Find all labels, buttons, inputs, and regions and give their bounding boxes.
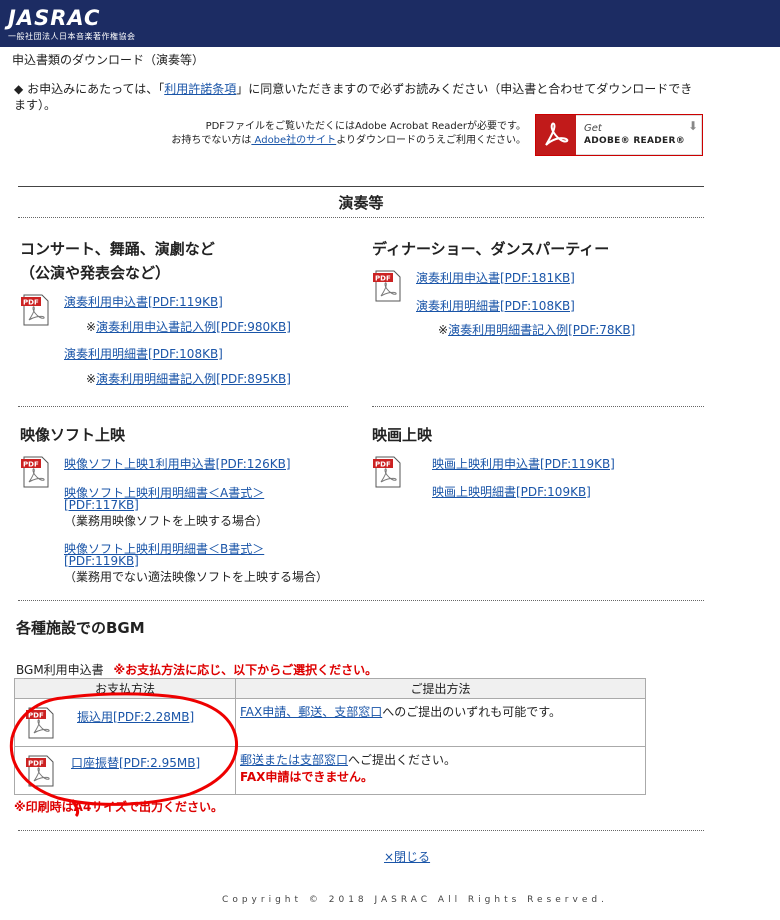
row1-desc: へのご提出のいずれも可能です。 — [382, 705, 562, 719]
bgm-label: BGM利用申込書 — [16, 663, 104, 677]
bullet-icon: ◆ — [14, 82, 24, 96]
adobe-site-link[interactable]: Adobe社のサイト — [251, 135, 337, 146]
pdf-icon[interactable]: PDF — [372, 270, 404, 305]
page-title: 申込書類のダウンロード（演奏等） — [12, 53, 205, 67]
red-circle-annotation — [9, 692, 239, 818]
svg-text:PDF: PDF — [375, 275, 391, 283]
video-title: 映像ソフト上映 — [20, 426, 126, 444]
pdf-note-line2-after: よりダウンロードのうえご利用ください。 — [336, 135, 526, 146]
video-detail-a-size-link[interactable]: [PDF:117KB] — [64, 498, 139, 512]
svg-text:PDF: PDF — [23, 299, 39, 307]
pdf-note-line2-before: お持ちでない方は — [171, 135, 252, 146]
dinner-title: ディナーショー、ダンスパーティー — [372, 240, 610, 258]
svg-text:PDF: PDF — [23, 461, 39, 469]
section-divider — [18, 186, 704, 187]
movie-title: 映画上映 — [372, 426, 433, 444]
notice-text-before: お申込みにあたっては、「 — [27, 82, 165, 96]
concert-detail-link[interactable]: 演奏利用明細書[PDF:108KB] — [64, 345, 223, 362]
pdf-icon[interactable]: PDF — [20, 294, 52, 329]
block-divider — [372, 406, 704, 407]
svg-text:PDF: PDF — [375, 461, 391, 469]
concert-detail-example-link[interactable]: 演奏利用明細書記入例[PDF:895KB] — [96, 372, 291, 386]
download-arrow-icon: ⬇ — [687, 119, 698, 133]
video-detail-b-size-link[interactable]: [PDF:119KB] — [64, 554, 139, 568]
concert-subtitle: （公演や発表会など） — [20, 264, 171, 282]
video-detail-a-note: （業務用映像ソフトを上映する場合） — [64, 514, 269, 528]
adobe-get-text: Get — [584, 123, 602, 134]
concert-example2: ※演奏利用明細書記入例[PDF:895KB] — [86, 370, 291, 387]
row2-submission-cell: 郵送または支部窓口へご提出ください。 FAX申請はできません。 — [235, 746, 646, 795]
video-detail-b-note: （業務用でない適法映像ソフトを上映する場合） — [64, 570, 329, 584]
close-link[interactable]: ×閉じる — [384, 848, 430, 865]
col-submission-method: ご提出方法 — [235, 678, 646, 699]
row1-submission-cell: FAX申請、郵送、支部窓口へのご提出のいずれも可能です。 — [235, 698, 646, 747]
section-divider-dotted — [18, 217, 704, 218]
get-adobe-reader-button[interactable]: Get ADOBE® READER® ⬇ — [535, 114, 703, 156]
video-application-link[interactable]: 映像ソフト上映1利用申込書[PDF:126KB] — [64, 455, 291, 472]
bgm-label-note: ※お支払方法に応じ、以下からご選択ください。 — [113, 663, 378, 677]
pdf-note-line1: PDFファイルをご覧いただくにはAdobe Acrobat Readerが必要で… — [205, 121, 526, 132]
pdf-reader-note: PDFファイルをご覧いただくにはAdobe Acrobat Readerが必要で… — [126, 120, 526, 148]
copyright: Copyright © 2018 JASRAC All Rights Reser… — [222, 895, 608, 905]
concert-application-link[interactable]: 演奏利用申込書[PDF:119KB] — [64, 293, 223, 310]
row2-desc: へご提出ください。 — [348, 753, 457, 767]
row2-fax-warning: FAX申請はできません。 — [240, 770, 374, 784]
adobe-reader-text: ADOBE® READER® — [584, 136, 686, 146]
bgm-title: 各種施設でのBGM — [16, 619, 145, 637]
note-mark: ※ — [86, 372, 97, 386]
section-divider-dotted — [18, 600, 704, 601]
section-title: 演奏等 — [338, 194, 384, 212]
bgm-label-line: BGM利用申込書 ※お支払方法に応じ、以下からご選択ください。 — [16, 661, 377, 678]
adobe-logo-icon — [536, 115, 576, 155]
pdf-icon[interactable]: PDF — [372, 456, 404, 491]
movie-application-link[interactable]: 映画上映利用申込書[PDF:119KB] — [432, 455, 615, 472]
jasrac-logo[interactable]: JASRAC — [8, 6, 100, 30]
logo-subtitle: 一般社団法人日本音楽著作権協会 — [8, 32, 136, 41]
block-divider — [18, 406, 348, 407]
bgm-submission-options-link[interactable]: FAX申請、郵送、支部窓口 — [240, 705, 382, 719]
footer-divider — [18, 830, 704, 831]
movie-detail-link[interactable]: 映画上映明細書[PDF:109KB] — [432, 483, 591, 500]
note-mark: ※ — [438, 323, 449, 337]
pdf-icon[interactable]: PDF — [20, 456, 52, 491]
concert-application-example-link[interactable]: 演奏利用申込書記入例[PDF:980KB] — [96, 320, 291, 334]
dinner-application-link[interactable]: 演奏利用申込書[PDF:181KB] — [416, 269, 575, 286]
concert-title: コンサート、舞踊、演劇など — [20, 240, 215, 258]
note-mark: ※ — [86, 320, 97, 334]
terms-link[interactable]: 利用許諾条項 — [164, 82, 236, 96]
terms-notice: ◆ お申込みにあたっては、「利用許諾条項」に同意いただきますので必ずお読みくださ… — [14, 81, 704, 113]
concert-example1: ※演奏利用申込書記入例[PDF:980KB] — [86, 318, 291, 335]
dinner-detail-link[interactable]: 演奏利用明細書[PDF:108KB] — [416, 297, 575, 314]
dinner-detail-example-link[interactable]: 演奏利用明細書記入例[PDF:78KB] — [448, 323, 635, 337]
dinner-example: ※演奏利用明細書記入例[PDF:78KB] — [438, 321, 635, 338]
